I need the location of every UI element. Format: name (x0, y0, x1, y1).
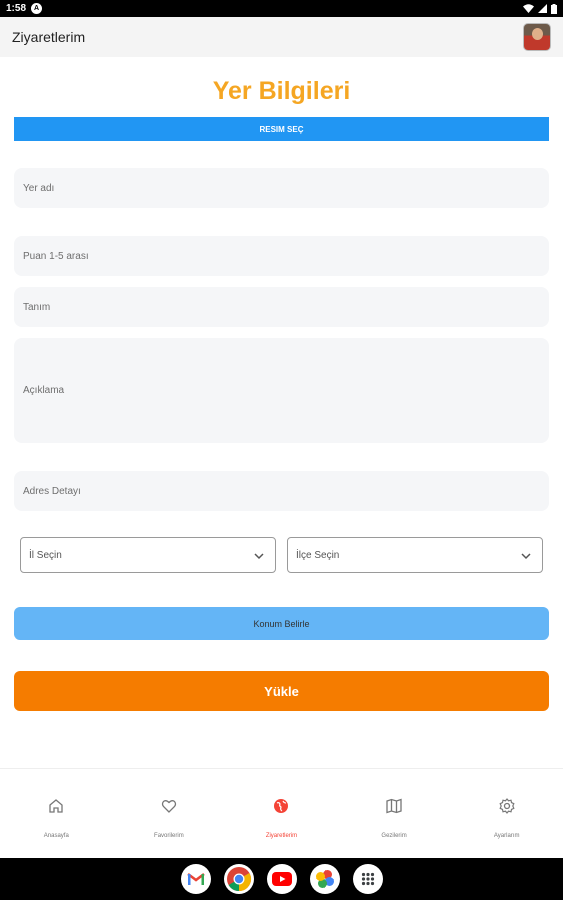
nav-label-home: Anasayfa (43, 833, 69, 839)
gmail-app-icon[interactable] (180, 864, 211, 894)
status-bar: 1:58 A (0, 0, 563, 17)
avatar[interactable] (523, 23, 551, 51)
bottom-nav: Anasayfa Favorilerim Ziyaretlerim Gezile… (0, 768, 563, 858)
chrome-app-icon[interactable] (223, 864, 254, 894)
youtube-icon (271, 872, 292, 886)
district-select[interactable]: İlçe Seçin (287, 537, 543, 573)
nav-label-favorites: Favorilerim (154, 833, 184, 839)
wifi-icon (523, 4, 534, 13)
address-placeholder: Adres Detayı (23, 485, 81, 497)
district-select-value: İlçe Seçin (296, 549, 340, 561)
description-placeholder: Açıklama (23, 385, 65, 396)
status-icons (523, 3, 557, 14)
nav-item-visits[interactable]: Ziyaretlerim (225, 769, 338, 858)
photos-app-icon[interactable] (309, 864, 340, 894)
locate-button[interactable]: Konum Belirle (14, 607, 549, 640)
rating-placeholder: Puan 1-5 arası (23, 250, 89, 262)
page-title: Yer Bilgileri (212, 77, 351, 105)
globe-icon (274, 799, 289, 813)
nav-item-home[interactable]: Anasayfa (0, 769, 113, 858)
chevron-down-icon (521, 553, 531, 560)
system-dock (0, 858, 563, 900)
definition-input[interactable]: Tanım (14, 287, 549, 327)
nav-item-favorites[interactable]: Favorilerim (113, 769, 226, 858)
heart-icon (161, 800, 177, 813)
nav-label-settings: Ayarlarım (493, 833, 520, 839)
upload-button[interactable]: Yükle (14, 671, 549, 711)
app-grid-icon (361, 872, 374, 886)
place-name-placeholder: Yer adı (23, 182, 55, 194)
nav-item-settings[interactable]: Ayarlarım (450, 769, 563, 858)
battery-icon (551, 3, 557, 14)
place-name-input[interactable]: Yer adı (14, 168, 549, 208)
app-drawer-button[interactable] (352, 864, 383, 894)
status-time: 1:58 (6, 3, 27, 14)
map-icon (386, 798, 402, 814)
nav-label-visits: Ziyaretlerim (265, 833, 298, 839)
description-textarea[interactable]: Açıklama (14, 338, 549, 443)
pick-image-button[interactable]: RESIM SEÇ (14, 117, 549, 141)
city-select[interactable]: İl Seçin (20, 537, 276, 573)
app-bar-title: Ziyaretlerim (12, 29, 86, 45)
youtube-app-icon[interactable] (266, 864, 297, 894)
chrome-icon (226, 867, 251, 891)
home-icon (49, 799, 63, 813)
notification-a-icon: A (31, 3, 43, 14)
nav-item-trips[interactable]: Gezilerim (338, 769, 451, 858)
gmail-icon (186, 873, 205, 885)
nav-label-trips: Gezilerim (381, 833, 407, 839)
chevron-down-icon (254, 553, 264, 560)
city-select-value: İl Seçin (29, 549, 62, 561)
definition-placeholder: Tanım (23, 301, 51, 313)
rating-input[interactable]: Puan 1-5 arası (14, 236, 549, 276)
gear-icon (499, 798, 515, 814)
photos-icon (315, 870, 334, 888)
signal-icon (538, 4, 547, 13)
app-bar: Ziyaretlerim (0, 17, 563, 57)
address-input[interactable]: Adres Detayı (14, 471, 549, 511)
